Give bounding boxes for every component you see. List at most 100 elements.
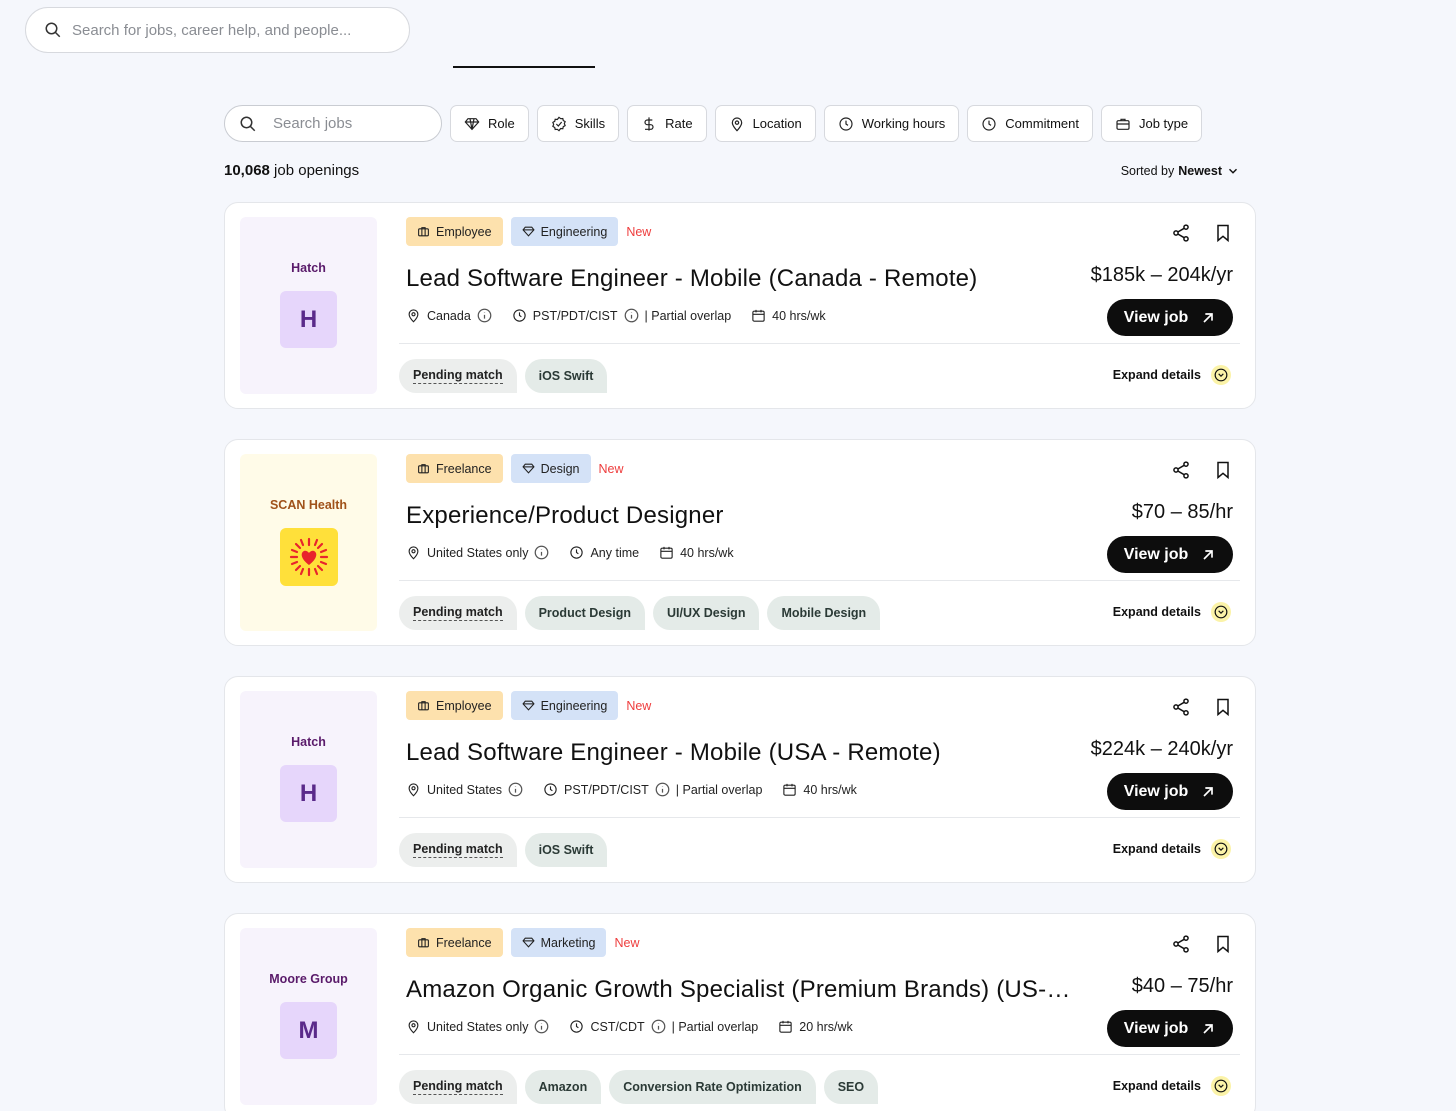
view-job-label: View job [1123,782,1189,800]
expand-details-label: Expand details [1112,1079,1201,1093]
company-logo: H [280,291,337,348]
pending-match-chip[interactable]: Pending match [399,596,517,630]
share-icon[interactable] [1171,697,1191,717]
expand-details-button[interactable]: Expand details [1113,839,1231,859]
filter-commitment-button[interactable]: Commitment [967,105,1093,142]
job-title[interactable]: Amazon Organic Growth Specialist (Premiu… [406,976,1096,1004]
clock-icon [839,116,853,131]
info-icon[interactable] [534,545,549,560]
diamond-icon [521,463,535,474]
view-job-button[interactable]: View job [1107,299,1233,336]
job-title[interactable]: Lead Software Engineer - Mobile (Canada … [406,265,1096,293]
job-location: United States [427,782,503,797]
job-location: United States only [427,1019,529,1034]
job-type-label: Freelance [436,935,492,950]
view-job-button[interactable]: View job [1107,536,1233,573]
briefcase-icon [1116,118,1130,130]
job-type-label: Freelance [436,461,492,476]
expand-details-button[interactable]: Expand details [1113,602,1231,622]
bookmark-icon[interactable] [1213,697,1233,717]
job-salary: $70 – 85/hr [1131,501,1233,523]
diamond-icon [464,117,480,130]
filter-skills-button[interactable]: Skills [536,105,620,142]
role-label: Engineering [540,224,608,239]
view-job-button[interactable]: View job [1107,1010,1233,1047]
divider [399,1054,1240,1055]
job-overlap: | Partial overlap [671,1019,759,1034]
skill-chip: iOS Swift [524,833,608,867]
bookmark-icon[interactable] [1213,460,1233,480]
job-search[interactable] [224,105,442,142]
filter-rate-button[interactable]: Rate [627,105,707,142]
pending-match-chip[interactable]: Pending match [399,359,517,393]
job-hours: 40 hrs/wk [803,782,857,797]
job-card: Moore Group M Freelance Marketing New Am… [224,913,1256,1111]
job-hours: 40 hrs/wk [772,308,826,323]
job-search-input[interactable] [273,115,423,132]
expand-details-button[interactable]: Expand details [1113,365,1231,385]
bookmark-icon[interactable] [1213,934,1233,954]
sort-dropdown[interactable]: Sorted by Newest [1121,164,1240,178]
arrow-up-right-icon [1203,1023,1214,1034]
briefcase-icon [418,938,429,948]
filter-skills-label: Skills [574,116,606,131]
company-logo-box: SCAN Health [240,454,377,631]
role-tag: Marketing [510,928,607,957]
view-job-label: View job [1123,545,1189,563]
view-job-button[interactable]: View job [1107,773,1233,810]
clock-icon [570,546,584,559]
job-type-tag: Employee [406,217,503,246]
info-icon[interactable] [534,1019,549,1034]
info-icon[interactable] [651,1019,666,1034]
job-timezone: Any time [590,545,640,560]
role-tag: Engineering [510,691,619,720]
info-icon[interactable] [477,308,492,323]
job-hours: 20 hrs/wk [799,1019,853,1034]
briefcase-icon [418,464,429,474]
filter-role-label: Role [488,116,515,131]
job-type-tag: Employee [406,691,503,720]
scan-health-logo-icon [279,528,338,586]
map-pin-icon [408,1020,419,1034]
filter-rate-label: Rate [665,116,693,131]
expand-details-button[interactable]: Expand details [1113,1076,1231,1096]
bookmark-icon[interactable] [1213,223,1233,243]
role-label: Marketing [540,935,596,950]
share-icon[interactable] [1171,460,1191,480]
arrow-up-right-icon [1203,549,1214,560]
sort-value: Newest [1178,163,1222,178]
share-icon[interactable] [1171,934,1191,954]
clock-icon [513,309,526,322]
job-title[interactable]: Lead Software Engineer - Mobile (USA - R… [406,739,1096,767]
calendar-icon [783,783,797,796]
filter-role-button[interactable]: Role [450,105,529,142]
info-icon[interactable] [508,782,523,797]
diamond-icon [521,226,535,237]
divider [399,580,1240,581]
info-icon[interactable] [655,782,670,797]
divider [399,817,1240,818]
job-title[interactable]: Experience/Product Designer [406,502,1096,530]
job-salary: $224k – 240k/yr [1090,738,1233,760]
info-icon[interactable] [624,308,639,323]
global-search[interactable] [25,7,410,53]
skill-chip: Conversion Rate Optimization [609,1070,816,1104]
company-name: SCAN Health [269,498,348,512]
global-search-input[interactable] [72,21,392,39]
job-overlap: | Partial overlap [644,308,732,323]
search-icon [240,116,256,131]
chevron-down-icon [1228,168,1238,174]
briefcase-icon [418,227,429,237]
share-icon[interactable] [1171,223,1191,243]
pending-match-chip[interactable]: Pending match [399,833,517,867]
company-logo-box: Hatch H [240,217,377,394]
job-timezone: PST/PDT/CIST [564,782,649,797]
filter-location-button[interactable]: Location [714,105,816,142]
job-timezone: PST/PDT/CIST [532,308,618,323]
view-job-label: View job [1123,1019,1189,1037]
company-logo: H [280,765,337,822]
view-job-label: View job [1123,308,1189,326]
pending-match-chip[interactable]: Pending match [399,1070,517,1104]
filter-working-hours-button[interactable]: Working hours [823,105,960,142]
filter-job-type-button[interactable]: Job type [1100,105,1203,142]
